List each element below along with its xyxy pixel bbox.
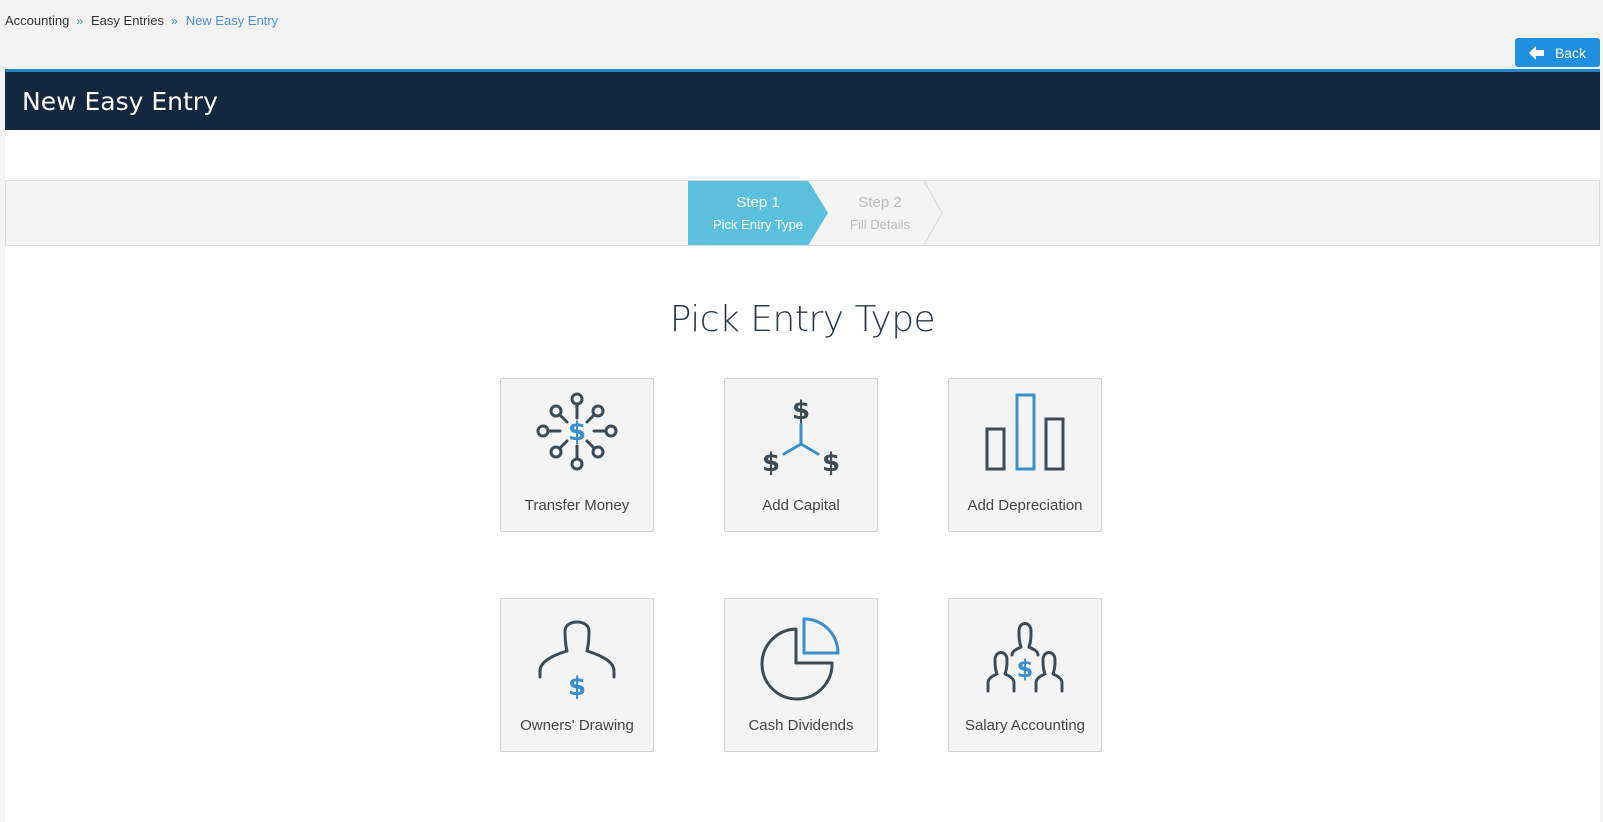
tile-cash-dividends[interactable]: Cash Dividends (724, 598, 878, 752)
page-heading: Pick Entry Type (669, 299, 936, 340)
breadcrumb-separator: » (76, 13, 84, 28)
add-capital-icon: $ $ $ (762, 396, 840, 478)
wizard-step-1[interactable]: Step 1 Pick Entry Type (688, 181, 828, 245)
tile-owners-drawing[interactable]: $ Owners' Drawing (500, 598, 654, 752)
tile-label: Owners' Drawing (520, 717, 634, 734)
cash-dividends-icon (760, 617, 840, 701)
svg-text:$: $ (762, 448, 780, 478)
tile-label: Add Capital (762, 497, 840, 514)
step-subtitle: Fill Details (850, 217, 910, 232)
tile-label: Salary Accounting (964, 717, 1086, 734)
svg-text:$: $ (568, 672, 586, 701)
panel-title: New Easy Entry (5, 72, 1600, 130)
step-title: Step 2 (858, 194, 902, 211)
tile-label: Transfer Money (524, 497, 630, 514)
breadcrumb: Accounting » Easy Entries » New Easy Ent… (5, 13, 278, 28)
breadcrumb-accounting[interactable]: Accounting (5, 13, 69, 28)
salary-accounting-icon: $ (986, 622, 1064, 693)
step-title: Step 1 (736, 194, 780, 211)
svg-text:$: $ (792, 396, 810, 426)
add-depreciation-icon (985, 393, 1065, 471)
step-subtitle: Pick Entry Type (712, 217, 804, 232)
tile-transfer-money[interactable]: $ Transfer Money (500, 378, 654, 532)
wizard-steps: Step 1 Pick Entry Type Step 2 Fill Detai… (5, 180, 1600, 246)
svg-text:$: $ (1017, 655, 1034, 683)
breadcrumb-current: New Easy Entry (185, 13, 279, 28)
step-chevron-icon (924, 181, 943, 245)
tile-add-capital[interactable]: $ $ $ Add Capital (724, 378, 878, 532)
breadcrumb-separator: » (171, 13, 178, 28)
back-button-label: Back (1554, 44, 1587, 61)
entry-panel: New Easy Entry Step 1 Pick Entry Type St… (5, 69, 1600, 822)
tile-label: Cash Dividends (748, 717, 854, 734)
svg-text:$: $ (568, 417, 586, 447)
tile-salary-accounting[interactable]: $ Salary Accounting (948, 598, 1102, 752)
arrow-left-icon (1528, 45, 1544, 60)
tile-add-depreciation[interactable]: Add Depreciation (948, 378, 1102, 532)
back-button[interactable]: Back (1515, 38, 1600, 67)
breadcrumb-easy-entries[interactable]: Easy Entries (91, 13, 164, 28)
transfer-money-icon: $ (536, 392, 618, 471)
owners-drawing-icon: $ (538, 620, 616, 701)
svg-text:$: $ (822, 448, 840, 478)
tile-label: Add Depreciation (967, 497, 1083, 514)
